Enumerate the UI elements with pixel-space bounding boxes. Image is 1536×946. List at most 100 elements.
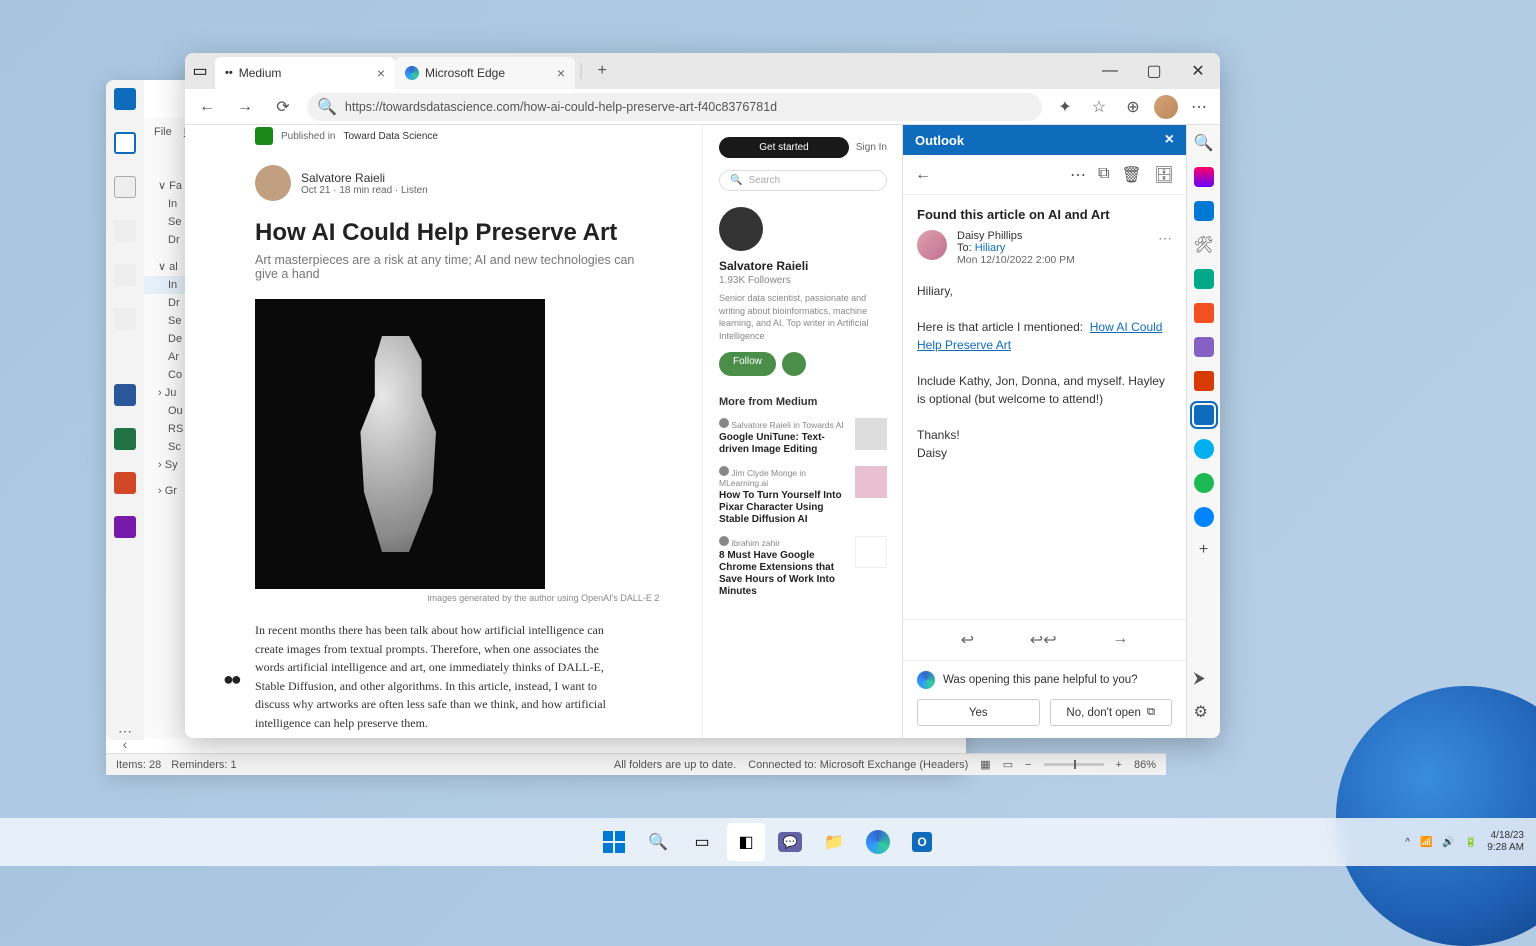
teams-icon[interactable]: 💬 (771, 823, 809, 861)
feedback-yes-button[interactable]: Yes (917, 699, 1040, 726)
people-icon[interactable] (114, 220, 136, 242)
new-tab-button[interactable]: + (587, 53, 617, 89)
refresh-button[interactable]: ⟳ (269, 93, 297, 121)
start-button[interactable] (595, 823, 633, 861)
zoom-level: 86% (1134, 759, 1156, 771)
collections-icon[interactable]: ⊕ (1120, 94, 1146, 120)
task-view-icon[interactable]: ▭ (683, 823, 721, 861)
minimize-button[interactable]: — (1088, 53, 1132, 89)
close-panel-icon[interactable]: × (1165, 131, 1174, 149)
tab-edge[interactable]: Microsoft Edge × (395, 57, 575, 89)
mail-icon[interactable] (114, 132, 136, 154)
menu-icon[interactable]: ⋯ (1186, 94, 1212, 120)
back-button[interactable]: ← (193, 93, 221, 121)
message-more-icon[interactable]: ⋯ (1158, 230, 1172, 247)
close-window-button[interactable]: ✕ (1176, 53, 1220, 89)
follow-button[interactable]: Follow (719, 352, 776, 376)
edge-taskbar-icon[interactable] (859, 823, 897, 861)
system-clock[interactable]: 4/18/23 9:28 AM (1487, 830, 1524, 854)
hide-sidebar-icon[interactable]: ⮞ (1194, 670, 1214, 690)
close-tab-icon[interactable]: × (377, 65, 385, 81)
search-icon: 🔍 (317, 97, 337, 117)
forward-icon[interactable]: → (1112, 630, 1128, 650)
games-icon[interactable] (1194, 269, 1214, 289)
edge-sidebar: 🔍 🛠 + ⮞ ⚙ (1186, 125, 1220, 738)
flag-icon[interactable] (114, 308, 136, 330)
author-name[interactable]: Salvatore Raieli (301, 171, 428, 185)
publication-avatar (255, 127, 273, 145)
m365-icon[interactable] (1194, 303, 1214, 323)
address-bar[interactable]: 🔍 https://towardsdatascience.com/how-ai-… (307, 93, 1042, 121)
tasks-icon[interactable] (114, 264, 136, 286)
zoom-out-icon[interactable]: − (1025, 759, 1031, 771)
sidebar-author-avatar[interactable] (719, 207, 763, 251)
collapse-nav-icon[interactable]: ‹ (106, 736, 144, 752)
widgets-icon[interactable]: ◧ (727, 823, 765, 861)
skype-icon[interactable] (1194, 439, 1214, 459)
volume-icon[interactable]: 🔊 (1442, 837, 1454, 848)
messenger-icon[interactable] (1194, 507, 1214, 527)
powerpoint-icon[interactable] (114, 472, 136, 494)
reading-pane-icon[interactable]: ▭ (1003, 758, 1013, 771)
url-text: https://towardsdatascience.com/how-ai-co… (345, 100, 777, 114)
maximize-button[interactable]: ▢ (1132, 53, 1176, 89)
tray-chevron-icon[interactable]: ^ (1405, 837, 1410, 848)
author-avatar[interactable] (255, 165, 291, 201)
shopping-icon[interactable] (1194, 201, 1214, 221)
reply-all-icon[interactable]: ↩↩ (1030, 630, 1057, 650)
archive-icon[interactable]: 🗄 (1154, 165, 1174, 185)
office-icon[interactable] (1194, 371, 1214, 391)
drop-icon[interactable] (1194, 337, 1214, 357)
excel-icon[interactable] (114, 428, 136, 450)
spotify-icon[interactable] (1194, 473, 1214, 493)
discover-icon[interactable] (1194, 167, 1214, 187)
add-sidebar-icon[interactable]: + (1194, 541, 1214, 561)
publication-name[interactable]: Toward Data Science (343, 131, 438, 142)
close-tab-icon[interactable]: × (557, 65, 565, 81)
search-taskbar-icon[interactable]: 🔍 (639, 823, 677, 861)
hero-image (255, 299, 545, 589)
settings-icon[interactable]: ⚙ (1194, 702, 1214, 722)
sidebar-author-name[interactable]: Salvatore Raieli (719, 259, 887, 273)
tools-icon[interactable]: 🛠 (1194, 235, 1214, 255)
onenote-icon[interactable] (114, 516, 136, 538)
more-from-heading: More from Medium (719, 396, 887, 408)
popout-icon[interactable]: ⧉ (1098, 165, 1109, 185)
related-article[interactable]: Jim Clyde Monge in MLearning.ai How To T… (719, 466, 887, 526)
subscribe-button[interactable] (782, 352, 806, 376)
more-actions-icon[interactable]: ⋯ (1070, 165, 1086, 185)
outlook-sidebar-icon[interactable] (1194, 405, 1214, 425)
search-input[interactable]: 🔍 Search (719, 170, 887, 191)
tab-actions-icon[interactable]: ▭ (185, 53, 215, 89)
zoom-in-icon[interactable]: + (1116, 759, 1122, 771)
tab-medium[interactable]: •• Medium × (215, 57, 395, 89)
related-article[interactable]: ibrahim zahir 8 Must Have Google Chrome … (719, 536, 887, 598)
file-explorer-icon[interactable]: 📁 (815, 823, 853, 861)
back-icon[interactable]: ← (915, 166, 931, 184)
outlook-taskbar-icon[interactable]: O (903, 823, 941, 861)
outlook-panel-header: Outlook × (903, 125, 1186, 155)
delete-icon[interactable]: 🗑 (1121, 165, 1141, 185)
search-sidebar-icon[interactable]: 🔍 (1194, 133, 1214, 153)
feedback-no-button[interactable]: No, don't open ⧉ (1050, 699, 1173, 726)
read-aloud-icon[interactable]: ✦ (1052, 94, 1078, 120)
status-sync: All folders are up to date. (614, 759, 736, 771)
related-article[interactable]: Salvatore Raieli in Towards AI Google Un… (719, 418, 887, 456)
file-menu[interactable]: File (154, 126, 172, 138)
wifi-icon[interactable]: 📶 (1420, 837, 1432, 848)
get-started-button[interactable]: Get started (719, 137, 849, 158)
battery-icon[interactable]: 🔋 (1465, 837, 1477, 848)
browser-toolbar: ← → ⟳ 🔍 https://towardsdatascience.com/h… (185, 89, 1220, 125)
sender-name[interactable]: Daisy Phillips (957, 230, 1075, 242)
forward-button[interactable]: → (231, 93, 259, 121)
sender-avatar[interactable] (917, 230, 947, 260)
profile-avatar[interactable] (1154, 95, 1178, 119)
calendar-icon[interactable] (114, 176, 136, 198)
display-settings-icon[interactable]: ▦ (980, 758, 990, 771)
reply-icon[interactable]: ↩ (961, 630, 974, 650)
word-icon[interactable] (114, 384, 136, 406)
medium-logo-icon[interactable]: ●● (223, 669, 239, 690)
recipient[interactable]: Hiliary (975, 242, 1006, 254)
sign-in-link[interactable]: Sign In (856, 142, 887, 153)
favorites-icon[interactable]: ☆ (1086, 94, 1112, 120)
